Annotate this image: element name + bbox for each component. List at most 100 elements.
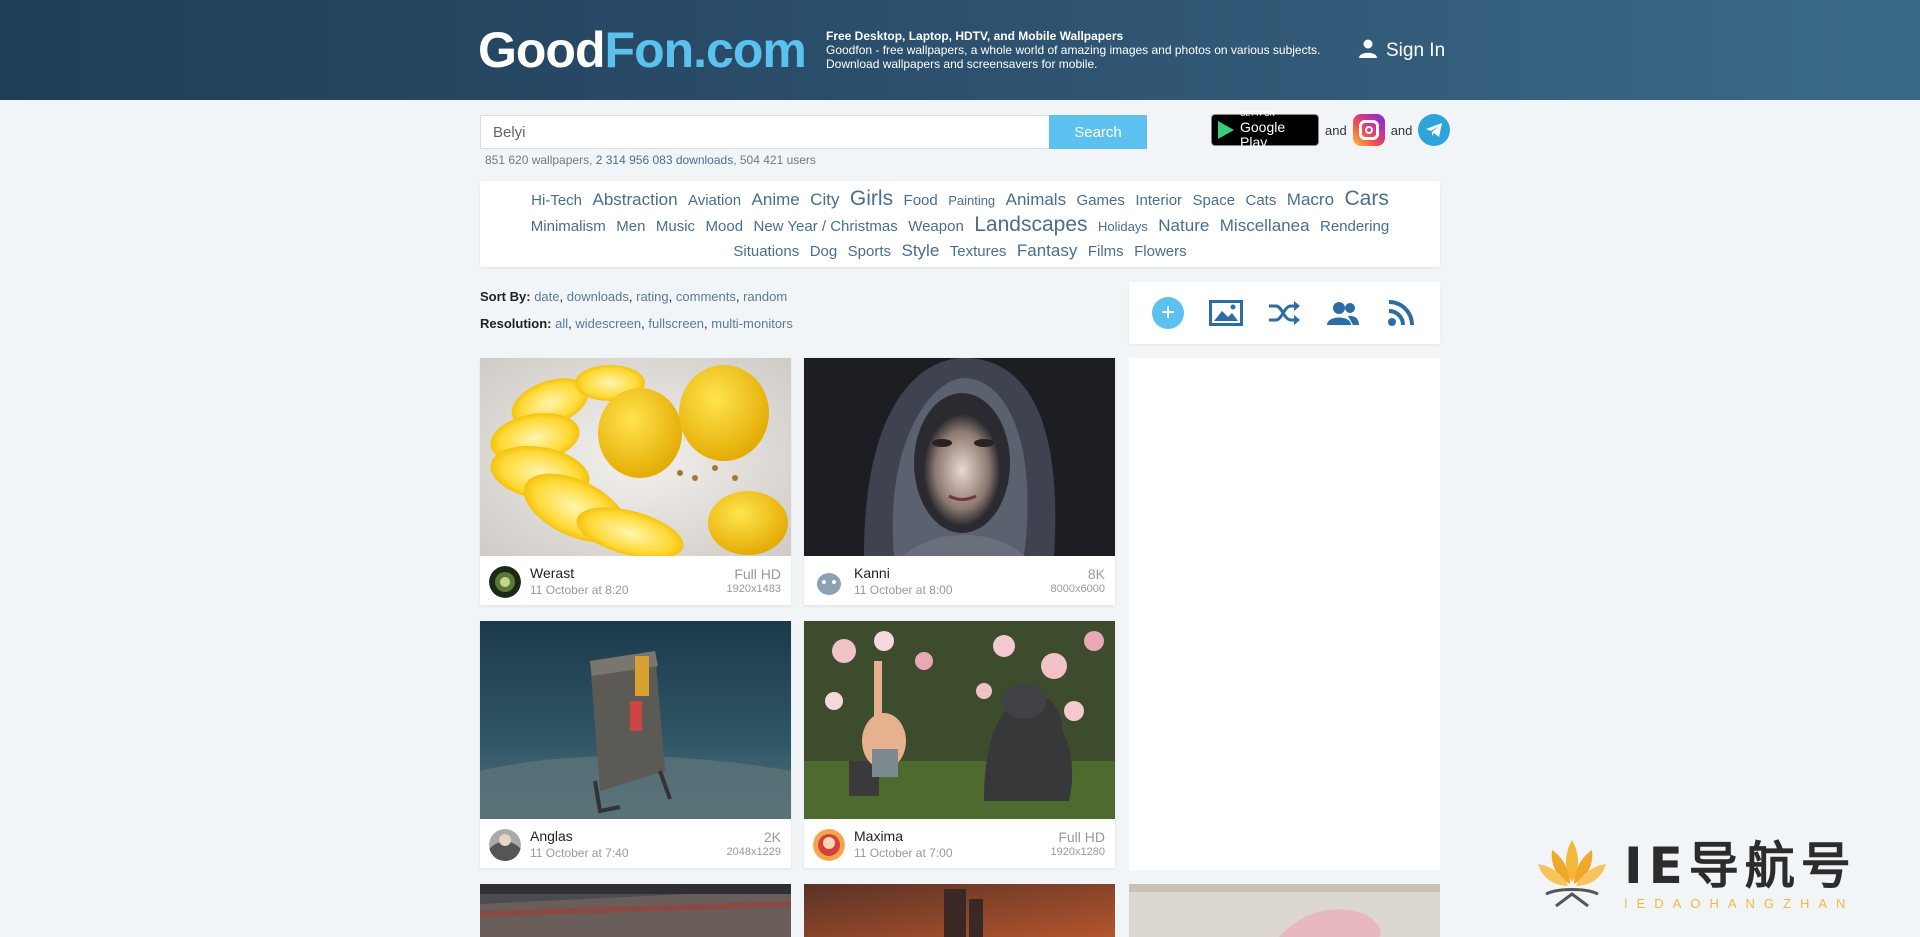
tagline-line2: Download wallpapers and screensavers for… xyxy=(826,57,1098,71)
category-link[interactable]: Macro xyxy=(1287,188,1334,212)
category-link[interactable]: Abstraction xyxy=(592,188,677,212)
watermark-subtext: IEDAOHANGZHAN xyxy=(1624,896,1855,911)
telegram-icon[interactable] xyxy=(1418,114,1451,146)
wallpaper-card[interactable]: Kanni 11 October at 8:00 8K 8000x6000 xyxy=(804,358,1115,605)
card-resolution[interactable]: Full HD xyxy=(1058,829,1105,845)
category-link[interactable]: Men xyxy=(616,215,645,239)
app-links: GET IT ON Google Play and and xyxy=(1211,111,1451,150)
add-wallpaper-button[interactable]: + xyxy=(1150,295,1186,331)
card-meta: Maxima 11 October at 7:00 Full HD 1920x1… xyxy=(804,819,1115,868)
sort-option[interactable]: date xyxy=(534,289,559,304)
card-resolution[interactable]: 8K xyxy=(1088,566,1105,582)
resolution-options: all, widescreen, fullscreen, multi-monit… xyxy=(555,316,793,331)
resolution-option[interactable]: widescreen xyxy=(575,316,641,331)
category-link[interactable]: Games xyxy=(1077,189,1125,213)
category-link[interactable]: Aviation xyxy=(688,189,741,213)
rss-button[interactable] xyxy=(1383,295,1419,331)
card-username[interactable]: Werast xyxy=(530,565,574,581)
category-link[interactable]: Sports xyxy=(848,240,891,264)
category-link[interactable]: City xyxy=(810,188,839,212)
category-link[interactable]: Rendering xyxy=(1320,215,1389,239)
category-link[interactable]: Fantasy xyxy=(1017,239,1077,263)
category-link[interactable]: Holidays xyxy=(1098,215,1148,239)
resolution-option[interactable]: multi-monitors xyxy=(711,316,793,331)
category-link[interactable]: Anime xyxy=(752,188,800,212)
google-play-button[interactable]: GET IT ON Google Play xyxy=(1211,111,1319,150)
category-link[interactable]: Cats xyxy=(1246,189,1277,213)
avatar[interactable] xyxy=(489,829,521,861)
card-resolution[interactable]: 2K xyxy=(764,829,781,845)
category-link[interactable]: Style xyxy=(901,239,939,263)
site-logo[interactable]: GoodFon.com xyxy=(478,22,807,78)
search-button[interactable]: Search xyxy=(1049,115,1147,149)
category-link[interactable]: Situations xyxy=(733,240,799,264)
category-link[interactable]: Dog xyxy=(810,240,838,264)
card-username[interactable]: Anglas xyxy=(530,828,573,844)
lotus-logo-icon xyxy=(1538,840,1606,908)
category-link[interactable]: Interior xyxy=(1135,189,1182,213)
sort-option[interactable]: rating xyxy=(636,289,669,304)
sort-option[interactable]: random xyxy=(743,289,787,304)
gplay-big-label: Google Play xyxy=(1240,119,1286,150)
category-link[interactable]: Miscellanea xyxy=(1220,214,1310,238)
avatar[interactable] xyxy=(813,566,845,598)
wallpaper-card[interactable]: Anglas 11 October at 7:40 2K 2048x1229 xyxy=(480,621,791,868)
category-link[interactable]: Space xyxy=(1193,189,1236,213)
category-link[interactable]: Painting xyxy=(948,189,995,213)
resolution-option[interactable]: all xyxy=(555,316,568,331)
card-date: 11 October at 7:00 xyxy=(854,846,953,860)
wallpaper-thumbnail-portrait[interactable] xyxy=(804,358,1115,556)
card-dimensions: 2048x1229 xyxy=(726,846,781,858)
wallpaper-card[interactable]: Maxima 11 October at 7:00 Full HD 1920x1… xyxy=(804,621,1115,868)
category-link[interactable]: Textures xyxy=(950,240,1007,264)
category-link[interactable]: Animals xyxy=(1006,188,1066,212)
avatar[interactable] xyxy=(489,566,521,598)
category-link[interactable]: Weapon xyxy=(908,215,964,239)
sidebar-thumbnail[interactable] xyxy=(1129,884,1440,937)
random-button[interactable] xyxy=(1266,295,1302,331)
sort-options: date, downloads, rating, comments, rando… xyxy=(534,289,788,304)
wallpaper-thumbnail-stadium[interactable] xyxy=(480,884,791,937)
sign-in-button[interactable]: Sign In xyxy=(1358,38,1445,64)
wallpaper-thumbnail-child-dog[interactable] xyxy=(804,621,1115,819)
google-play-text: GET IT ON Google Play xyxy=(1240,110,1312,150)
category-link[interactable]: Girls xyxy=(850,187,893,211)
card-resolution[interactable]: Full HD xyxy=(734,566,781,582)
category-link[interactable]: Mood xyxy=(706,215,744,239)
card-username[interactable]: Kanni xyxy=(854,565,890,581)
wallpaper-thumbnail-wagon[interactable] xyxy=(480,621,791,819)
site-stats: 851 620 wallpapers, 2 314 956 083 downlo… xyxy=(485,153,816,167)
card-username[interactable]: Maxima xyxy=(854,828,903,844)
action-toolbar: + xyxy=(1129,282,1440,344)
card-meta: Werast 11 October at 8:20 Full HD 1920x1… xyxy=(480,556,791,605)
image-button[interactable] xyxy=(1208,295,1244,331)
card-dimensions: 1920x1280 xyxy=(1050,846,1105,858)
category-link[interactable]: Films xyxy=(1088,240,1124,264)
resolution-option[interactable]: fullscreen xyxy=(648,316,704,331)
search-input[interactable] xyxy=(480,115,1049,149)
category-link[interactable]: Flowers xyxy=(1134,240,1187,264)
instagram-icon[interactable] xyxy=(1352,114,1385,146)
users-button[interactable] xyxy=(1325,295,1361,331)
sort-option[interactable]: comments xyxy=(676,289,736,304)
category-link[interactable]: Hi-Tech xyxy=(531,189,582,213)
category-link[interactable]: New Year / Christmas xyxy=(754,215,898,239)
sort-option[interactable]: downloads xyxy=(567,289,629,304)
wallpaper-thumbnail-lemons[interactable] xyxy=(480,358,791,556)
category-link[interactable]: Landscapes xyxy=(974,213,1087,237)
wallpaper-card[interactable]: Werast 11 October at 8:20 Full HD 1920x1… xyxy=(480,358,791,605)
category-link[interactable]: Cars xyxy=(1344,187,1388,211)
category-link[interactable]: Food xyxy=(904,189,938,213)
wallpaper-thumbnail-ruins[interactable] xyxy=(804,884,1115,937)
watermark-text: IE导航号 xyxy=(1624,837,1857,895)
category-link[interactable]: Minimalism xyxy=(531,215,606,239)
card-date: 11 October at 7:40 xyxy=(530,846,629,860)
category-link[interactable]: Nature xyxy=(1158,214,1209,238)
logo-fon: Fon.com xyxy=(604,22,807,78)
category-link[interactable]: Music xyxy=(656,215,695,239)
image-icon xyxy=(1209,300,1244,326)
resolution-label: Resolution: xyxy=(480,316,552,331)
user-icon xyxy=(1358,38,1378,64)
avatar[interactable] xyxy=(813,829,845,861)
card-date: 11 October at 8:00 xyxy=(854,583,953,597)
